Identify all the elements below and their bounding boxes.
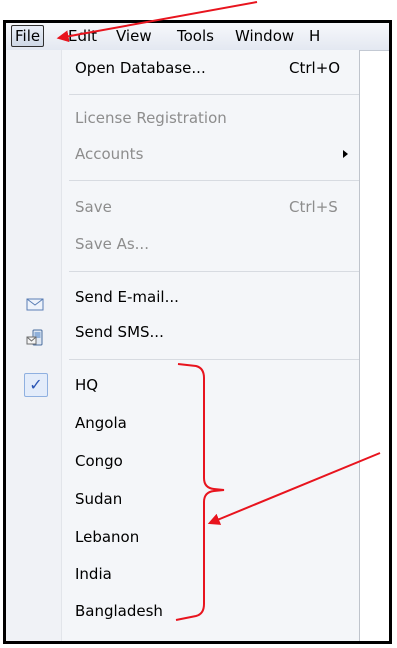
menu-view[interactable]: View: [112, 26, 156, 46]
menu-item-license-registration[interactable]: License Registration: [6, 100, 359, 137]
menu-separator: [69, 271, 359, 272]
menu-item-db-bangladesh[interactable]: Bangladesh: [6, 593, 359, 630]
envelope-icon: [26, 289, 44, 311]
menu-item-db-hq[interactable]: ✓ HQ: [6, 367, 359, 404]
menu-separator: [69, 180, 359, 181]
mobile-phone-icon: [26, 324, 44, 346]
submenu-arrow-icon: [343, 150, 348, 158]
shortcut-label: Ctrl+S: [289, 198, 338, 216]
menu-item-label: License Registration: [75, 109, 227, 127]
menu-item-db-lebanon[interactable]: Lebanon: [6, 519, 359, 556]
menu-item-label: Save As...: [75, 235, 149, 253]
menu-item-label: Congo: [75, 452, 123, 470]
file-menu-dropdown: Open Database... Ctrl+O License Registra…: [6, 50, 360, 641]
application-window: File Edit View Tools Window H Open Datab…: [3, 20, 392, 644]
checkmark-icon: ✓: [24, 373, 48, 397]
menu-item-accounts[interactable]: Accounts: [6, 136, 359, 173]
menu-separator: [69, 359, 359, 360]
menu-item-save-as[interactable]: Save As...: [6, 226, 359, 263]
menu-item-db-sudan[interactable]: Sudan: [6, 481, 359, 518]
menu-item-label: Angola: [75, 414, 127, 432]
menu-item-open-database[interactable]: Open Database... Ctrl+O: [6, 50, 359, 87]
menu-item-db-india[interactable]: India: [6, 556, 359, 593]
menu-item-label: Send SMS...: [75, 323, 164, 341]
menu-item-db-angola[interactable]: Angola: [6, 405, 359, 442]
menu-file[interactable]: File: [11, 25, 45, 47]
menu-separator: [69, 94, 359, 95]
menu-item-label: India: [75, 565, 112, 583]
menu-item-label: Lebanon: [75, 528, 140, 546]
shortcut-label: Ctrl+O: [289, 59, 341, 77]
menu-tools[interactable]: Tools: [173, 26, 218, 46]
menu-item-label: Bangladesh: [75, 602, 163, 620]
menu-help[interactable]: H: [305, 26, 324, 46]
menu-item-label: Save: [75, 198, 112, 216]
menu-window[interactable]: Window: [231, 26, 298, 46]
menu-item-db-congo[interactable]: Congo: [6, 443, 359, 480]
menu-item-label: Accounts: [75, 145, 144, 163]
menu-edit[interactable]: Edit: [64, 26, 101, 46]
menu-item-save[interactable]: Save Ctrl+S: [6, 189, 359, 226]
menu-item-label: HQ: [75, 376, 99, 394]
menu-item-label: Open Database...: [75, 59, 206, 77]
menu-item-label: Sudan: [75, 490, 123, 508]
menu-item-label: Send E-mail...: [75, 288, 179, 306]
menu-item-send-email[interactable]: Send E-mail...: [6, 279, 359, 316]
menu-bar: File Edit View Tools Window H: [6, 23, 389, 51]
menu-item-send-sms[interactable]: Send SMS...: [6, 314, 359, 351]
